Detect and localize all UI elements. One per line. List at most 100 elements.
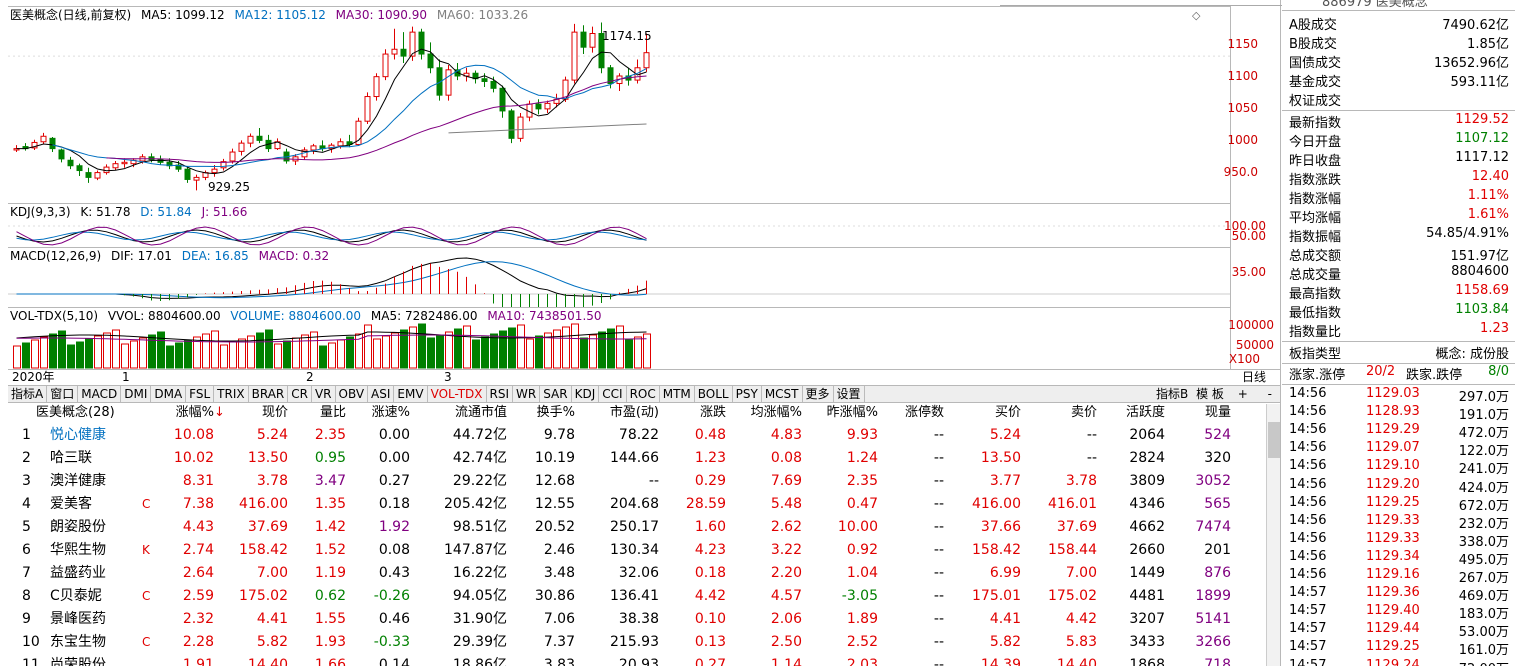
column-header[interactable]: 买价: [944, 404, 1021, 422]
indicator-tab[interactable]: 更多: [803, 386, 834, 402]
activity: 3207: [1129, 611, 1165, 627]
table-row[interactable]: 5 朗姿股份 4.43 37.69 1.42 1.92 98.51亿 20.52 250.17 1…: [8, 516, 1266, 539]
stock-name[interactable]: 悦心健康: [50, 424, 150, 447]
tick-volume: 672.0万: [1458, 498, 1509, 514]
minus-button[interactable]: -: [1268, 387, 1272, 401]
template-tab[interactable]: 模 板: [1196, 387, 1224, 401]
indicator-tab[interactable]: 窗口: [47, 386, 79, 402]
stock-name[interactable]: 朗姿股份: [50, 516, 150, 539]
stat-value: 151.97亿: [1450, 249, 1510, 264]
indicator-tab[interactable]: CCI: [599, 386, 627, 402]
stat-label: 指数振幅: [1289, 230, 1342, 245]
ma60-label: MA60: 1033.26: [436, 8, 529, 22]
indicator-tab[interactable]: VOL-TDX: [428, 386, 487, 402]
column-header[interactable]: 活跃度: [1097, 404, 1165, 422]
stock-name[interactable]: 爱美客: [50, 493, 150, 516]
column-header[interactable]: 换手%: [507, 404, 575, 422]
ma60-line: [448, 123, 647, 134]
indicator-tab[interactable]: CR: [288, 386, 312, 402]
stock-name[interactable]: 澳洋健康: [50, 470, 150, 493]
tick-volume: 338.0万: [1458, 534, 1509, 550]
table-row[interactable]: 6 华熙生物 K 2.74 158.42 1.52 0.08 147.87亿 2.46 130.3…: [8, 539, 1266, 562]
indicator-tab[interactable]: VR: [312, 386, 336, 402]
indicator-tab[interactable]: 指标A: [8, 386, 48, 402]
turnover: 20.52: [534, 519, 575, 535]
indicator-tab[interactable]: FSL: [186, 386, 215, 402]
column-header[interactable]: 量比: [288, 404, 346, 422]
indicator-tab[interactable]: DMI: [121, 386, 152, 402]
indicator-tab[interactable]: ASI: [368, 386, 395, 402]
indicator-b-tab[interactable]: 指标B: [1156, 387, 1188, 401]
indicator-tab[interactable]: KDJ: [572, 386, 600, 402]
column-header[interactable]: 卖价: [1021, 404, 1097, 422]
column-header[interactable]: 医美概念(28): [36, 404, 146, 422]
volume-bar: [490, 333, 498, 369]
indicator-tab[interactable]: 设置: [834, 386, 865, 402]
change-pct: 2.59: [182, 588, 214, 604]
row-index: 5: [22, 519, 31, 535]
tick-volume: 232.0万: [1458, 516, 1509, 532]
table-row[interactable]: 11 尚荣股份 1.91 14.40 1.66 0.14 18.86亿 3.83 20.93 0.…: [8, 654, 1266, 666]
indicator-tab[interactable]: BRAR: [249, 386, 289, 402]
period-label[interactable]: 日线: [1242, 370, 1266, 385]
market-label: B股成交: [1289, 37, 1337, 52]
column-header[interactable]: 涨停数: [878, 404, 944, 422]
stock-name[interactable]: C贝泰妮: [50, 585, 150, 608]
column-header[interactable]: 涨幅%: [158, 404, 214, 422]
indicator-tab[interactable]: TRIX: [214, 386, 249, 402]
column-header[interactable]: 流通市值: [410, 404, 507, 422]
kdj-pane[interactable]: KDJ(9,3,3) K: 51.78 D: 51.84 J: 51.66: [8, 203, 1230, 247]
price: 5.82: [256, 634, 288, 650]
table-row[interactable]: 10 东宝生物 C 2.28 5.82 1.93 -0.33 29.39亿 7.37 215.93…: [8, 631, 1266, 654]
table-row[interactable]: 2 哈三联 10.02 13.50 0.95 0.00 42.74亿 10.19 144.66 1…: [8, 447, 1266, 470]
column-header[interactable]: 现价: [214, 404, 288, 422]
avg-change: 2.20: [770, 565, 802, 581]
stock-name[interactable]: 华熙生物: [50, 539, 150, 562]
indicator-tab[interactable]: PSY: [733, 386, 762, 402]
column-header[interactable]: 均涨幅%: [726, 404, 802, 422]
volume-bar: [283, 340, 291, 369]
change-pct: 10.02: [173, 450, 214, 466]
table-row[interactable]: 4 爱美客 C 7.38 416.00 1.35 0.18 205.42亿 12.55 204.6…: [8, 493, 1266, 516]
indicator-tab[interactable]: SAR: [540, 386, 572, 402]
price-chart-pane[interactable]: 医美概念(日线,前复权) MA5: 1099.12 MA12: 1105.12 …: [8, 6, 1230, 203]
column-header[interactable]: 市盈(动): [575, 404, 659, 422]
volume-bar: [580, 337, 588, 369]
indicator-tab[interactable]: EMV: [394, 386, 428, 402]
table-scrollbar[interactable]: [1266, 404, 1280, 666]
diamond-icon[interactable]: ◇: [1192, 9, 1200, 22]
volume-bar: [85, 338, 93, 369]
indicator-tab[interactable]: OBV: [336, 386, 369, 402]
ask: 14.40: [1056, 657, 1097, 666]
column-header[interactable]: 涨速%: [346, 404, 410, 422]
indicator-tab[interactable]: ROC: [627, 386, 660, 402]
column-header[interactable]: 涨跌: [659, 404, 726, 422]
table-row[interactable]: 9 景峰医药 2.32 4.41 1.55 0.46 31.90亿 7.06 38.38 0.10…: [8, 608, 1266, 631]
stock-name[interactable]: 景峰医药: [50, 608, 150, 631]
indicator-tab[interactable]: WR: [513, 386, 541, 402]
indicator-tab[interactable]: RSI: [487, 386, 514, 402]
table-row[interactable]: 3 澳洋健康 8.31 3.78 3.47 0.27 29.22亿 12.68 -- 0.29 7.…: [8, 470, 1266, 493]
float-cap: 18.86亿: [452, 657, 507, 666]
stock-name[interactable]: 尚荣股份: [50, 654, 150, 666]
scroll-thumb[interactable]: [1268, 422, 1280, 458]
indicator-tab[interactable]: MTM: [660, 386, 695, 402]
macd-pane[interactable]: MACD(12,26,9) DIF: 17.01 DEA: 16.85 MACD…: [8, 247, 1230, 307]
stock-name[interactable]: 东宝生物: [50, 631, 150, 654]
column-header[interactable]: 现量: [1165, 404, 1231, 422]
stock-name[interactable]: 哈三联: [50, 447, 150, 470]
tick-price: 1129.36: [1366, 585, 1420, 601]
stock-name[interactable]: 益盛药业: [50, 562, 150, 585]
indicator-tab[interactable]: BOLL: [695, 386, 733, 402]
indicator-tab[interactable]: DMA: [151, 386, 187, 402]
indicator-tab[interactable]: MCST: [762, 386, 803, 402]
add-button[interactable]: +: [1238, 387, 1248, 401]
indicator-tab[interactable]: MACD: [78, 386, 122, 402]
column-header[interactable]: 昨涨幅%: [802, 404, 878, 422]
table-row[interactable]: 1 悦心健康 10.08 5.24 2.35 0.00 44.72亿 9.78 78.22 0.4…: [8, 424, 1266, 447]
volume-pane[interactable]: VOL-TDX(5,10) VVOL: 8804600.00 VOLUME: 8…: [8, 307, 1230, 369]
type-value[interactable]: 概念: 成份股: [1435, 343, 1509, 362]
table-row[interactable]: 7 益盛药业 2.64 7.00 1.19 0.43 16.22亿 3.48 32.06 0.18…: [8, 562, 1266, 585]
volume-bar: [463, 325, 471, 369]
table-row[interactable]: 8 C贝泰妮 C 2.59 175.02 0.62 -0.26 94.05亿 30.86 136.…: [8, 585, 1266, 608]
